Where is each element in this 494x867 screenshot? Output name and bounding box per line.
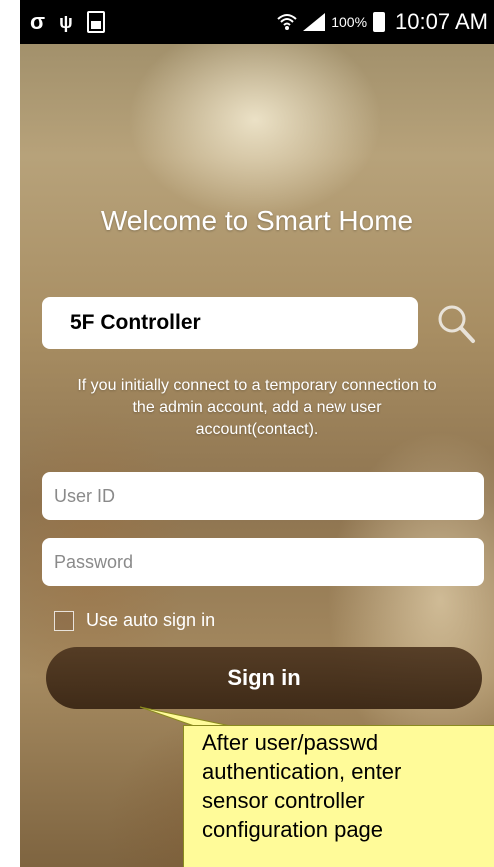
callout-line: sensor controller xyxy=(202,788,365,813)
status-left-icons: σ ψ xyxy=(20,11,105,33)
callout-line: authentication, enter xyxy=(202,759,402,784)
password-input[interactable] xyxy=(42,538,484,586)
annotation-callout: After user/passwd authentication, enter … xyxy=(183,725,494,867)
controller-field[interactable]: 5F Controller xyxy=(42,297,418,349)
battery-saver-icon xyxy=(86,11,105,33)
user-id-input[interactable] xyxy=(42,472,484,520)
sign-in-button[interactable]: Sign in xyxy=(46,647,482,709)
usb-icon: ψ xyxy=(59,12,73,32)
battery-percent: 100% xyxy=(331,14,368,30)
auto-sign-in-row[interactable]: Use auto sign in xyxy=(54,610,215,631)
signal-icon xyxy=(303,13,326,31)
clock: 10:07 AM xyxy=(395,9,488,34)
callout-line: configuration page xyxy=(202,817,384,842)
info-line: account(contact). xyxy=(195,421,319,438)
info-text: If you initially connect to a temporary … xyxy=(20,375,494,441)
controller-name: 5F Controller xyxy=(70,311,201,334)
info-line: If you initially connect to a temporary … xyxy=(77,377,437,394)
battery-icon xyxy=(373,12,386,32)
carrier-icon: σ xyxy=(30,9,46,34)
page-title: Welcome to Smart Home xyxy=(100,205,414,236)
search-icon[interactable] xyxy=(436,302,476,344)
status-right-icons: 100% 10:07 AM xyxy=(277,9,494,35)
info-line: the admin account, add a new user xyxy=(132,399,382,416)
callout-line: After user/passwd xyxy=(202,730,379,755)
auto-sign-in-checkbox[interactable] xyxy=(54,610,74,631)
wifi-icon xyxy=(277,14,297,30)
auto-sign-in-label: Use auto sign in xyxy=(86,610,216,630)
status-bar: σ ψ 100% 10:07 AM xyxy=(20,0,494,44)
